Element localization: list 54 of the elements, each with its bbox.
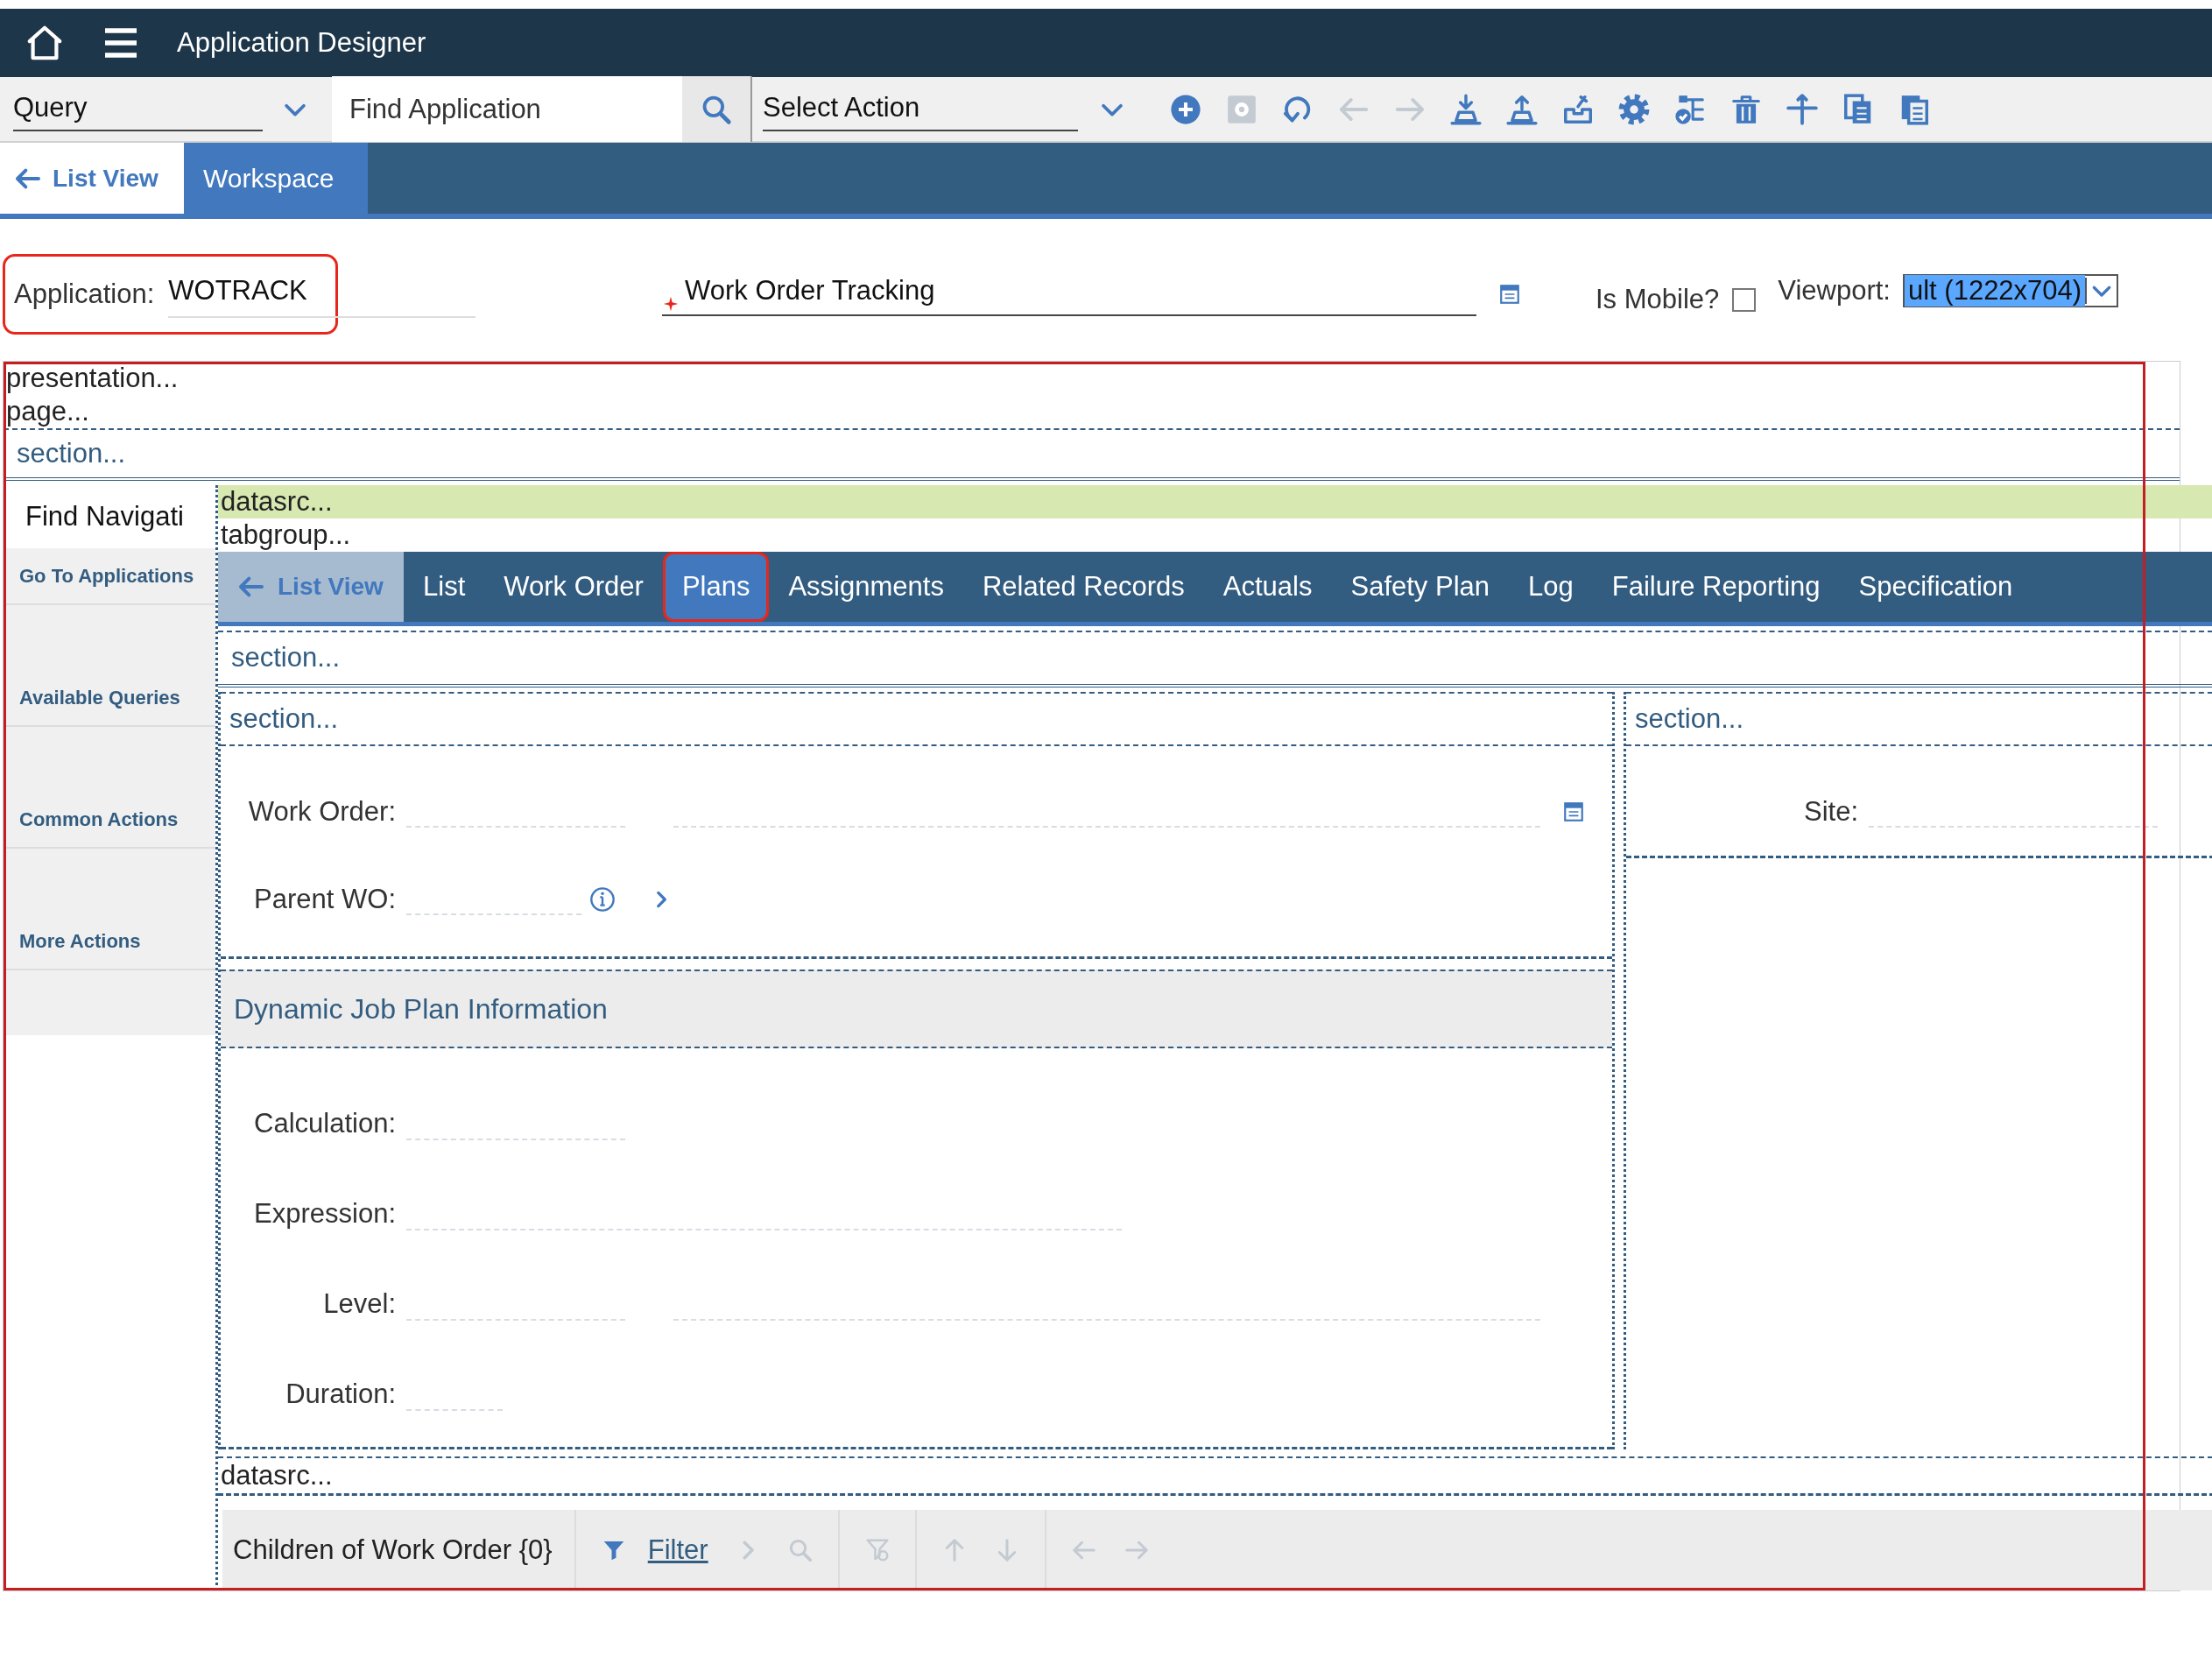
nav-item[interactable]: Go To Applications	[4, 548, 215, 605]
viewport-select[interactable]: ult (1222x704)	[1902, 274, 2119, 307]
tab[interactable]: Safety Plan	[1331, 552, 1509, 622]
checkbox[interactable]	[1732, 287, 1757, 312]
tab[interactable]: Actuals	[1203, 552, 1332, 622]
element-label: section...	[231, 641, 341, 675]
tab[interactable]: Related Records	[962, 552, 1204, 622]
field-label: Site:	[1802, 794, 1858, 828]
nav-item[interactable]: More Actions	[4, 913, 215, 970]
element-label: page...	[5, 395, 90, 428]
field-label: Viewport:	[1778, 273, 1891, 307]
element-label: section...	[17, 436, 126, 470]
tab[interactable]: Workspace	[184, 143, 368, 214]
filter-link[interactable]: Filter	[647, 1529, 708, 1571]
search-button[interactable]	[682, 76, 752, 142]
tab[interactable]: Failure Reporting	[1592, 552, 1840, 622]
select-action-select[interactable]: Select Action	[763, 87, 1078, 131]
field-label: Duration:	[285, 1378, 396, 1412]
element-label: section...	[1635, 702, 1744, 736]
field-label: Expression:	[253, 1197, 396, 1231]
datasource-label: datasrc...	[218, 485, 2212, 518]
info-icon[interactable]	[588, 885, 616, 913]
element-label: tabgroup...	[220, 518, 352, 552]
plus-circle-icon[interactable]	[1169, 92, 1202, 126]
application-field[interactable]: WOTRACK	[168, 270, 476, 319]
tab[interactable]: Log	[1509, 552, 1593, 622]
field-label: Calculation:	[253, 1107, 396, 1141]
datasource-label: datasrc...	[221, 1460, 333, 1491]
table-title: Children of Work Order {0}	[232, 1533, 553, 1567]
tab[interactable]: Assignments	[769, 552, 963, 622]
field-label: Work Order:	[247, 794, 396, 828]
nav-item[interactable]: Common Actions	[4, 792, 215, 849]
tab[interactable]: Plans	[662, 552, 770, 622]
tray-down-icon[interactable]	[1449, 92, 1483, 126]
nav-item[interactable]: Available Queries	[4, 670, 215, 727]
field-label: Parent WO:	[253, 882, 396, 916]
app-title: Application Designer	[177, 25, 426, 60]
checkbox-label: Is Mobile?	[1596, 282, 1720, 316]
tab[interactable]: Specification	[1839, 552, 2032, 622]
field-label: Application:	[14, 277, 155, 311]
element-label: section...	[229, 702, 339, 736]
plus-icon[interactable]	[1786, 92, 1819, 126]
form-icon[interactable]	[1562, 800, 1585, 823]
tab[interactable]: Work Order	[484, 552, 663, 622]
element-label: presentation...	[5, 362, 180, 395]
gear-icon[interactable]	[1617, 92, 1651, 126]
form-icon[interactable]	[1498, 283, 1521, 306]
query-select[interactable]: Query	[13, 87, 263, 131]
tab[interactable]: List View	[0, 143, 184, 214]
tab[interactable]: List	[404, 552, 485, 622]
find-application-field[interactable]: Find Application	[332, 76, 682, 142]
group-header: Dynamic Job Plan Information	[221, 970, 1612, 1048]
field-label: Level:	[322, 1287, 396, 1322]
description-field[interactable]: Work Order Tracking	[662, 272, 1476, 316]
